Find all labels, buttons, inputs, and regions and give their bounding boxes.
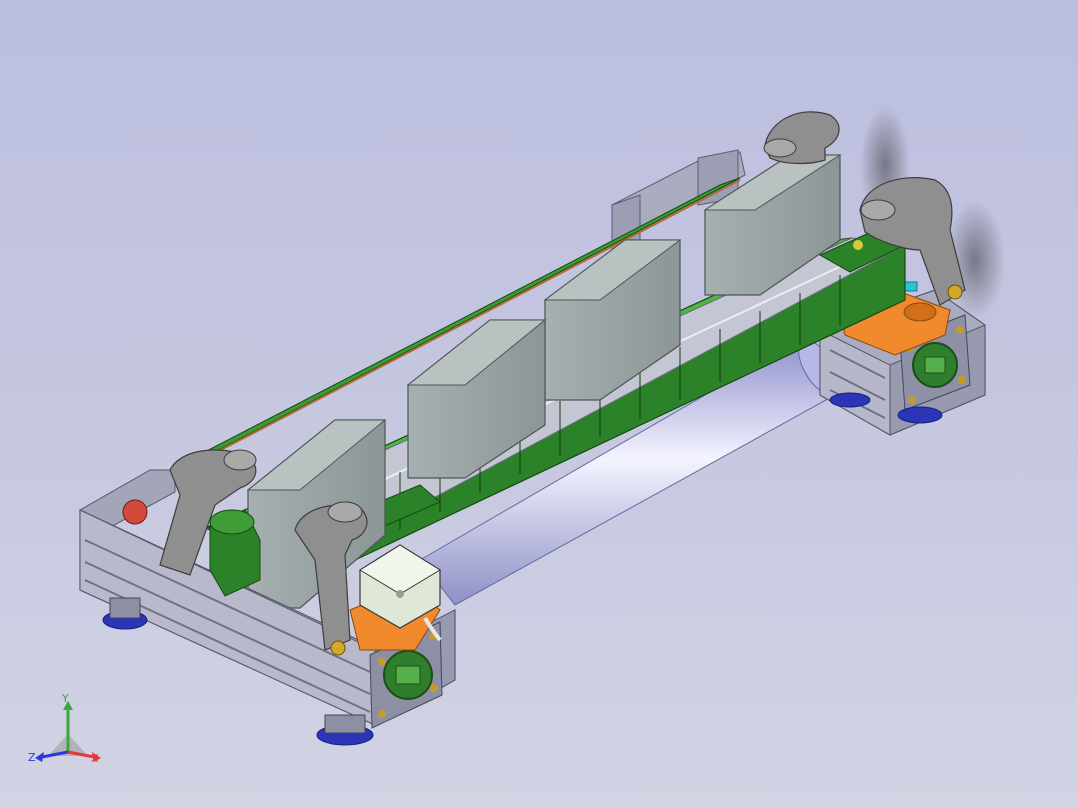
cad-viewport[interactable]: Y X Z (0, 0, 1078, 808)
y-axis-label: Y (61, 694, 69, 705)
z-axis-label: Z (28, 751, 36, 764)
leveling-foot (829, 392, 871, 408)
x-axis-label: X (91, 752, 99, 765)
orientation-triad: Y X Z (28, 694, 101, 765)
leveling-foot (897, 406, 943, 424)
leveling-foot-stem (109, 597, 141, 619)
conveyor-assembly-model[interactable] (0, 0, 1078, 808)
leveling-foot-stem (324, 714, 366, 734)
drive-roller (209, 509, 261, 597)
